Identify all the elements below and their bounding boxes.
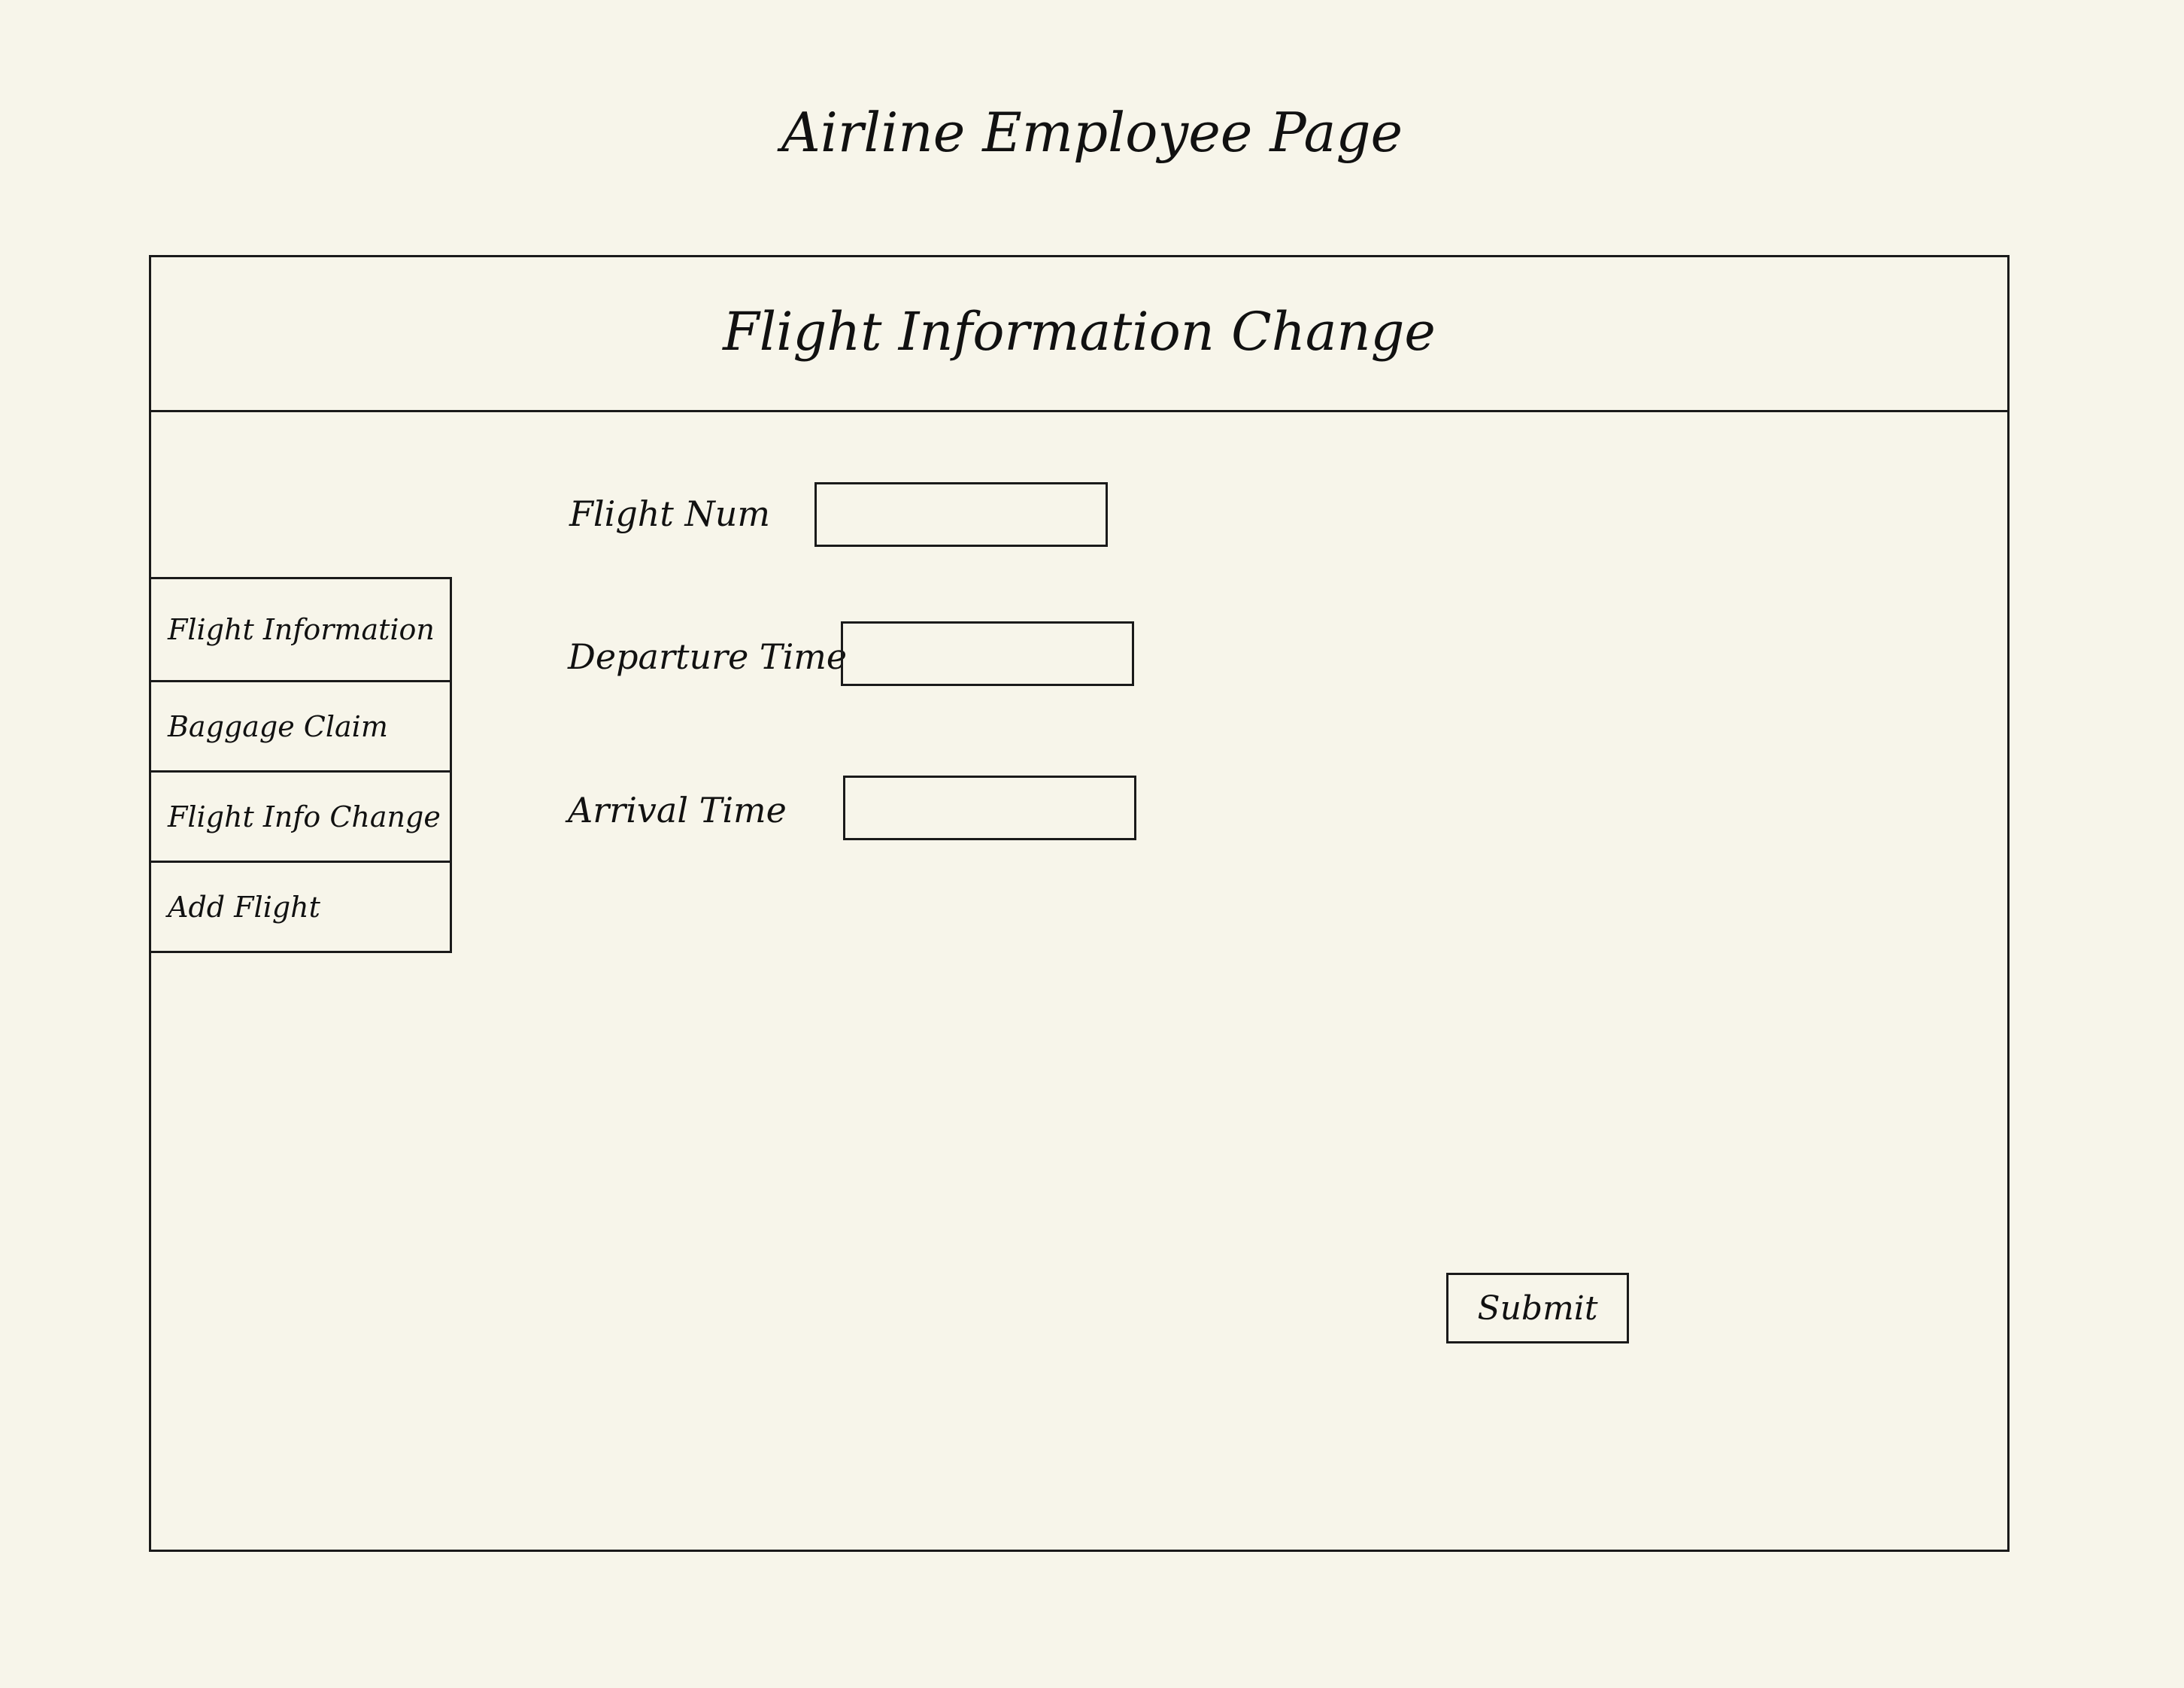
main-panel: Flight Information Change Flight Informa… [149, 255, 2010, 1552]
sidebar-item-label: Flight Info Change [168, 800, 441, 833]
sidebar-item-label: Baggage Claim [168, 709, 388, 743]
panel-title: Flight Information Change [723, 301, 1436, 363]
page-title: Airline Employee Page [781, 101, 1403, 164]
arrival-time-input[interactable] [843, 776, 1136, 840]
flight-num-label: Flight Num [569, 493, 771, 534]
arrival-time-label: Arrival Time [568, 790, 787, 830]
sidebar-item-label: Flight Information [168, 613, 435, 646]
departure-time-label: Departure Time [568, 636, 848, 677]
sidebar-item-baggage-claim[interactable]: Baggage Claim [151, 682, 452, 773]
flight-num-input[interactable] [814, 482, 1108, 547]
panel-header: Flight Information Change [151, 257, 2007, 412]
sidebar-item-add-flight[interactable]: Add Flight [151, 863, 452, 953]
sidebar-item-flight-info-change[interactable]: Flight Info Change [151, 773, 452, 863]
submit-button[interactable]: Submit [1446, 1273, 1629, 1343]
sidebar-item-flight-information[interactable]: Flight Information [151, 577, 452, 682]
departure-time-input[interactable] [841, 621, 1134, 686]
sidebar-nav: Flight Information Baggage Claim Flight … [151, 577, 452, 953]
sidebar-item-label: Add Flight [168, 890, 320, 924]
